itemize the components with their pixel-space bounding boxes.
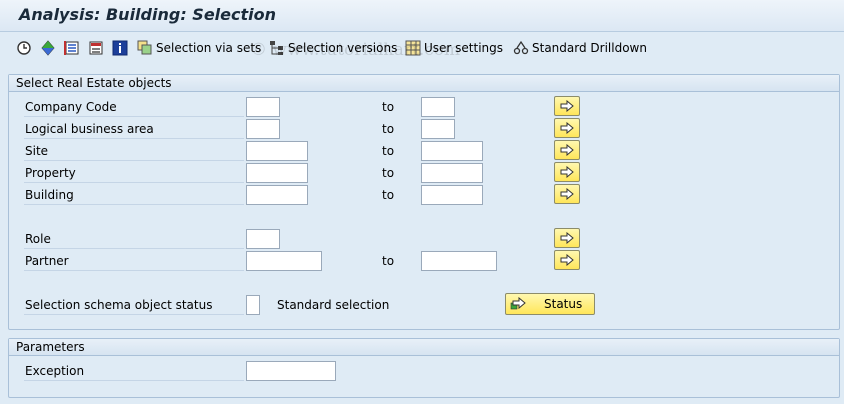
table-settings-icon — [405, 40, 421, 56]
save-variant-button[interactable] — [88, 38, 104, 58]
arrow-right-icon — [560, 188, 574, 200]
standard-selection-text: Standard selection — [277, 298, 390, 312]
company-code-label: Company Code — [24, 97, 244, 117]
building-to-input[interactable] — [421, 185, 483, 205]
to-label: to — [382, 144, 395, 158]
info-icon — [112, 40, 128, 56]
application-toolbar: Selection via sets Selection versions Us… — [0, 34, 844, 62]
selection-versions-button[interactable]: Selection versions — [269, 38, 397, 58]
selection-schema-status-label: Selection schema object status — [24, 295, 244, 315]
execute-button[interactable] — [16, 38, 32, 58]
partner-from-input[interactable] — [246, 251, 322, 271]
get-variant-button[interactable] — [40, 38, 56, 58]
arrow-right-icon — [560, 166, 574, 178]
company-code-to-input[interactable] — [421, 97, 455, 117]
selection-schema-status-input[interactable] — [246, 295, 260, 315]
selection-versions-label: Selection versions — [288, 41, 398, 55]
sets-icon — [137, 40, 152, 55]
exception-label: Exception — [24, 361, 244, 381]
drilldown-icon — [513, 40, 529, 55]
role-multiple-selection-button[interactable] — [554, 228, 580, 248]
site-to-input[interactable] — [421, 141, 483, 161]
arrow-right-icon — [560, 100, 574, 112]
clock-execute-icon — [17, 41, 31, 55]
selection-via-sets-label: Selection via sets — [156, 41, 262, 55]
select-real-estate-title: Select Real Estate objects — [9, 75, 839, 92]
property-label: Property — [24, 163, 244, 183]
selection-via-sets-button[interactable]: Selection via sets — [137, 38, 261, 58]
role-input[interactable] — [246, 229, 280, 249]
standard-drilldown-button[interactable]: Standard Drilldown — [513, 38, 647, 58]
status-button-label: Status — [544, 297, 583, 311]
building-label: Building — [24, 185, 244, 205]
dynamic-selections-button[interactable] — [64, 38, 80, 58]
partner-label: Partner — [24, 251, 244, 271]
company-code-from-input[interactable] — [246, 97, 280, 117]
status-arrow-icon — [510, 297, 526, 310]
page-title: Analysis: Building: Selection — [19, 5, 276, 24]
arrow-right-icon — [560, 254, 574, 266]
arrow-right-icon — [560, 122, 574, 134]
partner-to-input[interactable] — [421, 251, 497, 271]
partner-multiple-selection-button[interactable] — [554, 250, 580, 270]
user-settings-label: User settings — [424, 41, 504, 55]
site-multiple-selection-button[interactable] — [554, 140, 580, 160]
logical-business-area-from-input[interactable] — [246, 119, 280, 139]
arrow-right-icon — [560, 232, 574, 244]
dynamic-selection-icon — [64, 41, 79, 55]
logical-business-area-multiple-selection-button[interactable] — [554, 118, 580, 138]
title-bar: Analysis: Building: Selection — [0, 0, 844, 32]
building-from-input[interactable] — [246, 185, 308, 205]
hierarchy-icon — [270, 41, 283, 55]
building-multiple-selection-button[interactable] — [554, 184, 580, 204]
to-label: to — [382, 100, 395, 114]
standard-drilldown-label: Standard Drilldown — [532, 41, 647, 55]
property-multiple-selection-button[interactable] — [554, 162, 580, 182]
diamond-variant-icon — [41, 40, 55, 56]
information-button[interactable] — [112, 38, 128, 58]
status-button[interactable]: Status — [505, 293, 595, 315]
user-settings-button[interactable]: User settings — [405, 38, 503, 58]
to-label: to — [382, 188, 395, 202]
logical-business-area-to-input[interactable] — [421, 119, 455, 139]
to-label: to — [382, 166, 395, 180]
property-to-input[interactable] — [421, 163, 483, 183]
save-variant-icon — [89, 41, 103, 55]
arrow-right-icon — [560, 144, 574, 156]
select-real-estate-group: Select Real Estate objects Company Code … — [8, 74, 840, 330]
property-from-input[interactable] — [246, 163, 308, 183]
exception-input[interactable] — [246, 361, 336, 381]
site-label: Site — [24, 141, 244, 161]
parameters-title: Parameters — [9, 339, 839, 356]
role-label: Role — [24, 229, 244, 249]
parameters-group: Parameters Exception — [8, 338, 840, 398]
to-label: to — [382, 254, 395, 268]
company-code-multiple-selection-button[interactable] — [554, 96, 580, 116]
logical-business-area-label: Logical business area — [24, 119, 244, 139]
site-from-input[interactable] — [246, 141, 308, 161]
to-label: to — [382, 122, 395, 136]
